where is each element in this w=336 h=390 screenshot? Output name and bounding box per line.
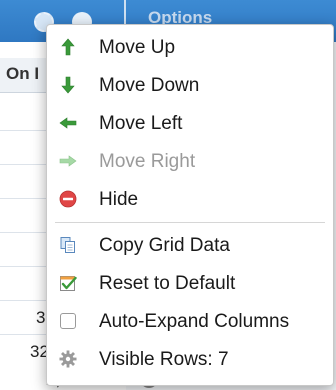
- menu-item-label: Move Right: [99, 151, 196, 172]
- menu-item-move-up[interactable]: Move Up: [47, 29, 333, 65]
- arrow-left-icon: [59, 117, 77, 129]
- menu-item-label: Visible Rows: 7: [99, 349, 229, 370]
- column-header-label: On I: [6, 64, 40, 83]
- menu-item-label: Auto-Expand Columns: [99, 311, 290, 332]
- menu-item-hide[interactable]: Hide: [47, 181, 333, 217]
- menu-item-label: Move Left: [99, 113, 183, 134]
- menu-item-label: Copy Grid Data: [99, 235, 230, 256]
- menu-item-move-down[interactable]: Move Down: [47, 67, 333, 103]
- menu-item-move-right: Move Right: [47, 143, 333, 179]
- menu-item-move-left[interactable]: Move Left: [47, 105, 333, 141]
- menu-item-label: Hide: [99, 189, 139, 210]
- checkbox-icon[interactable]: [60, 313, 76, 329]
- menu-item-label: Move Up: [99, 37, 176, 58]
- menu-item-auto-expand-columns[interactable]: Auto-Expand Columns: [47, 303, 333, 339]
- menu-separator: [55, 222, 325, 223]
- arrow-up-icon: [61, 38, 75, 56]
- arrow-right-icon: [59, 155, 77, 167]
- menu-item-label: Reset to Default: [99, 273, 236, 294]
- arrow-down-icon: [61, 76, 75, 94]
- menu-item-visible-rows[interactable]: Visible Rows: 7: [47, 341, 333, 377]
- grid-context-menu: Move Up Move Down Move Left Move Right H…: [46, 24, 334, 386]
- menu-item-label: Move Down: [99, 75, 200, 96]
- menu-item-copy-grid-data[interactable]: Copy Grid Data: [47, 227, 333, 263]
- reset-icon: [60, 276, 77, 291]
- menu-item-reset-to-default[interactable]: Reset to Default: [47, 265, 333, 301]
- hide-icon: [59, 190, 77, 208]
- gear-icon: [59, 350, 77, 368]
- grid-cell: 3: [36, 308, 46, 327]
- copy-icon: [60, 237, 75, 253]
